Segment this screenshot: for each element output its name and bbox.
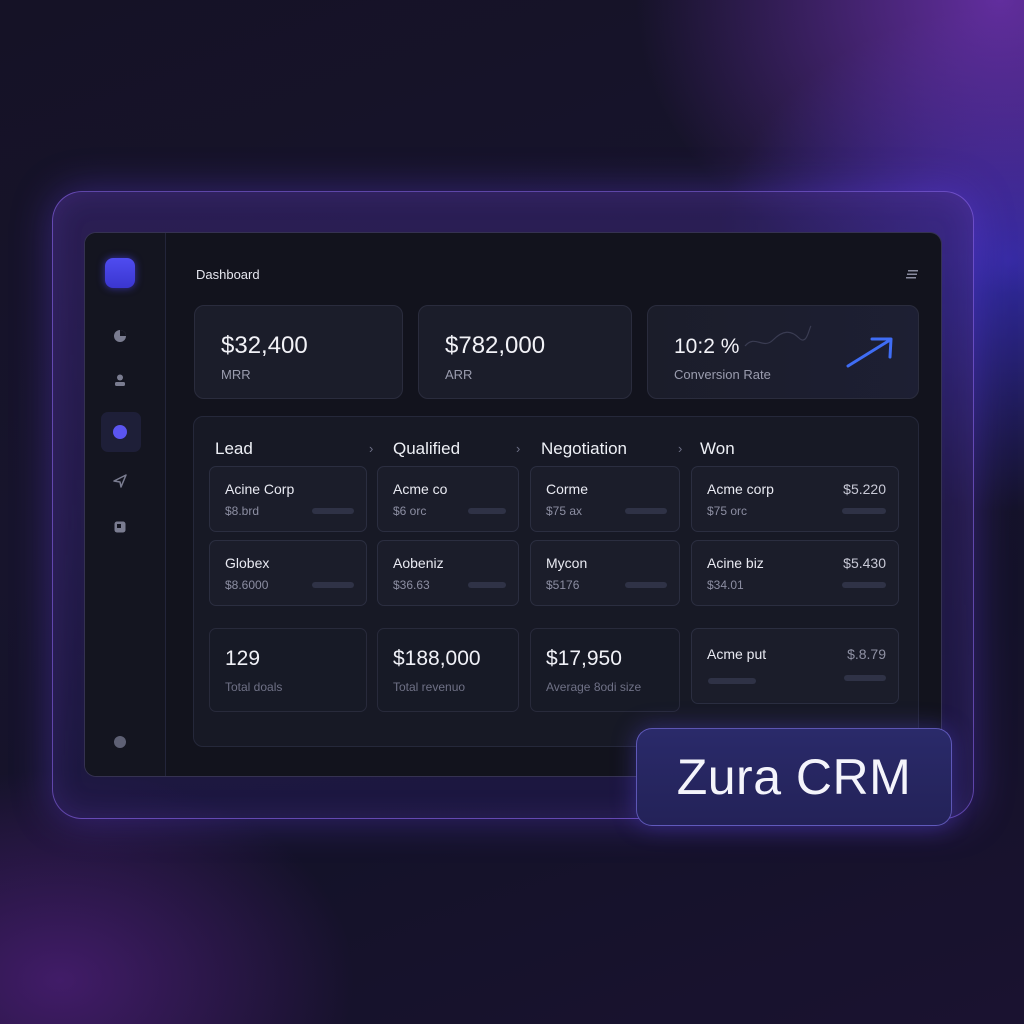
deal-card[interactable]: Aobeniz $36.63 [377,540,519,606]
deal-name: Acme put [707,646,767,662]
deal-name: Acme co [393,481,448,497]
deal-name: Acine biz [707,555,764,571]
progress-bar [844,675,886,681]
stage-header-won[interactable]: Won [700,439,735,459]
sidebar [85,233,166,776]
kpi-card-conversion: 10:2 % Conversion Rate [647,305,919,399]
main-content: Dashboard $32,400 MRR $782,000 ARR 10:2 … [166,239,941,776]
progress-bar [625,582,667,588]
kpi-label: ARR [445,367,473,382]
kpi-card-arr: $782,000 ARR [418,305,632,399]
stat-value: $17,950 [546,647,622,670]
deal-card[interactable]: Acine Corp $8.brd [209,466,367,532]
pipeline-board: Lead › Qualified › Negotiation › Won Aci… [193,416,919,747]
deal-card[interactable]: Mycon $5176 [530,540,680,606]
chevron-right-icon: › [678,441,683,456]
menu-icon[interactable] [905,267,919,281]
progress-bar [468,582,506,588]
stage-header-negotiation[interactable]: Negotiation [541,439,627,459]
deal-amount: $5.220 [843,481,886,497]
stat-value: $188,000 [393,647,481,670]
deal-value: $5176 [546,578,580,592]
stage-header-lead[interactable]: Lead [215,439,253,459]
deal-value: $75 orc [707,504,748,518]
kpi-card-mrr: $32,400 MRR [194,305,403,399]
progress-bar [312,508,354,514]
deal-name: Globex [225,555,270,571]
calendar-icon[interactable] [111,518,129,536]
kpi-value: $32,400 [221,332,308,359]
deal-amount: $5.430 [843,555,886,571]
stat-label: Average 8odi size [546,680,642,694]
progress-bar [708,678,756,684]
deal-card[interactable]: Corme $75 ax [530,466,680,532]
deal-name: Acine Corp [225,481,295,497]
brand-badge: Zura CRM [636,728,952,826]
settings-dot-icon[interactable] [111,733,129,751]
stat-card-total-deals: 129 Total doals [209,628,367,712]
trend-up-arrow-icon [846,337,893,368]
user-icon[interactable] [111,371,129,389]
circle-icon[interactable] [111,423,129,441]
deal-value: $6 orc [393,504,427,518]
kpi-label: Conversion Rate [674,367,771,382]
deal-value: $8.6000 [225,578,269,592]
deal-value: $36.63 [393,578,430,592]
deal-value: $34.01 [707,578,744,592]
deal-card[interactable]: Acme corp $5.220 $75 orc [691,466,899,532]
stat-card-average-deal-size: $17,950 Average 8odi size [530,628,680,712]
brand-name: Zura CRM [676,749,912,805]
stage-header-qualified[interactable]: Qualified [393,439,460,459]
stat-value: 129 [225,647,261,670]
sparkline-icon [744,325,812,347]
deal-value: $75 ax [546,504,583,518]
stat-label: Total revenuo [393,680,466,694]
deal-name: Aobeniz [393,555,444,571]
deal-name: Corme [546,481,589,497]
progress-bar [842,508,886,514]
pie-chart-icon[interactable] [111,327,129,345]
deal-amount: $.8.79 [847,646,886,662]
send-icon[interactable] [111,472,129,490]
deal-name: Acme corp [707,481,774,497]
deal-card[interactable]: Acine biz $5.430 $34.01 [691,540,899,606]
chevron-right-icon: › [369,441,374,456]
progress-bar [468,508,506,514]
progress-bar [312,582,354,588]
progress-bar [842,582,886,588]
deal-card[interactable]: Acme co $6 orc [377,466,519,532]
deal-value: $8.brd [225,504,260,518]
deal-name: Mycon [546,555,588,571]
stat-label: Total doals [225,680,283,694]
page-title: Dashboard [196,267,260,282]
chevron-right-icon: › [516,441,521,456]
kpi-value: 10:2 % [674,335,740,358]
progress-bar [625,508,667,514]
kpi-value: $782,000 [445,332,546,359]
deal-card[interactable]: Globex $8.6000 [209,540,367,606]
stat-card-total-revenue: $188,000 Total revenuo [377,628,519,712]
deal-card[interactable]: Acme put $.8.79 [691,628,899,704]
app-window: Dashboard $32,400 MRR $782,000 ARR 10:2 … [84,232,942,777]
kpi-label: MRR [221,367,251,382]
app-logo[interactable] [105,258,135,288]
